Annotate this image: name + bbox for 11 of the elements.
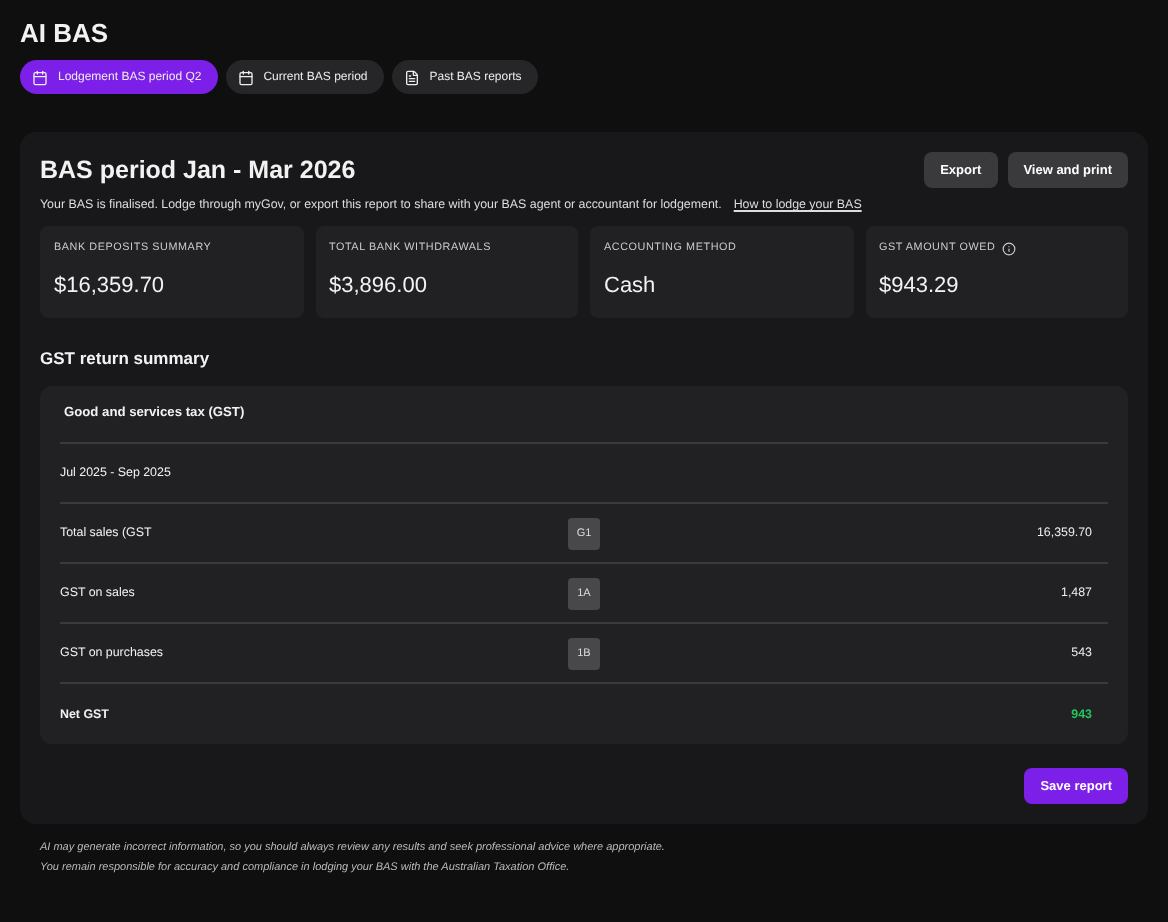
calendar-icon [237,69,254,85]
document-icon [403,69,420,85]
report-title: BAS period Jan - Mar 2026 [40,156,356,184]
stat-value: $3,896.00 [329,274,429,298]
calendar-icon [32,69,48,85]
section-title: GST return summary [40,348,212,368]
stat-value: $943.29 [879,274,961,298]
stat-value: Cash [604,274,658,298]
stat-value: $16,359.70 [54,274,167,298]
page-title: AI BAS [20,18,111,48]
info-icon[interactable] [1001,241,1016,255]
